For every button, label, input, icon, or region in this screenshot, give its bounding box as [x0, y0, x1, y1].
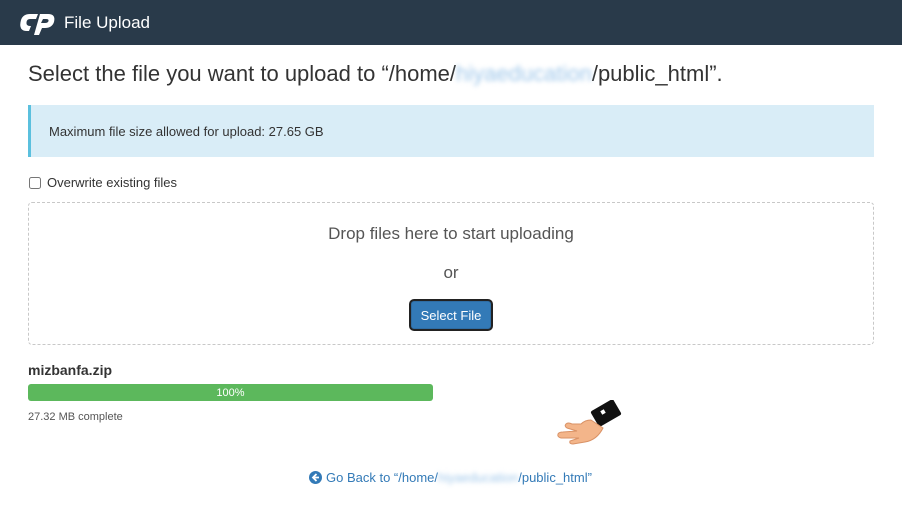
overwrite-option[interactable]: Overwrite existing files	[28, 175, 177, 190]
arrow-circle-left-icon	[309, 471, 322, 484]
upload-status: 27.32 MB complete	[28, 411, 123, 423]
max-size-text: Maximum file size allowed for upload: 27…	[49, 123, 324, 139]
overwrite-label: Overwrite existing files	[47, 175, 178, 190]
go-back-suffix: /public_html”	[518, 470, 592, 485]
pointing-hand-icon	[557, 400, 622, 445]
upload-progress-label: 100%	[216, 386, 245, 399]
upload-progress-bar: 100%	[28, 384, 433, 401]
page-title-prefix: Select the file you want to upload to “/…	[28, 61, 457, 86]
app-title: File Upload	[64, 12, 150, 32]
upload-progress-fill: 100%	[28, 384, 433, 401]
overwrite-checkbox[interactable]	[29, 176, 41, 189]
drop-zone-or: or	[443, 263, 459, 282]
upload-filename: mizbanfa.zip	[28, 362, 113, 378]
go-back-user: hiyaeducation	[438, 470, 519, 485]
go-back-prefix: Go Back to “/home/	[326, 470, 438, 485]
select-file-button[interactable]: Select File	[411, 301, 491, 329]
drop-zone-text: Drop files here to start uploading	[328, 224, 574, 243]
page-title-suffix: /public_html”.	[591, 61, 723, 86]
page-title-user: hiyaeducation	[456, 61, 592, 86]
page-title: Select the file you want to upload to “/…	[28, 61, 723, 87]
top-bar: File Upload	[0, 0, 902, 45]
drop-zone[interactable]: Drop files here to start uploading or Se…	[28, 202, 874, 345]
cpanel-logo-icon[interactable]	[18, 10, 60, 36]
max-size-alert: Maximum file size allowed for upload: 27…	[28, 105, 874, 157]
go-back-link[interactable]: Go Back to “/home/hiyaeducation/public_h…	[309, 470, 592, 485]
